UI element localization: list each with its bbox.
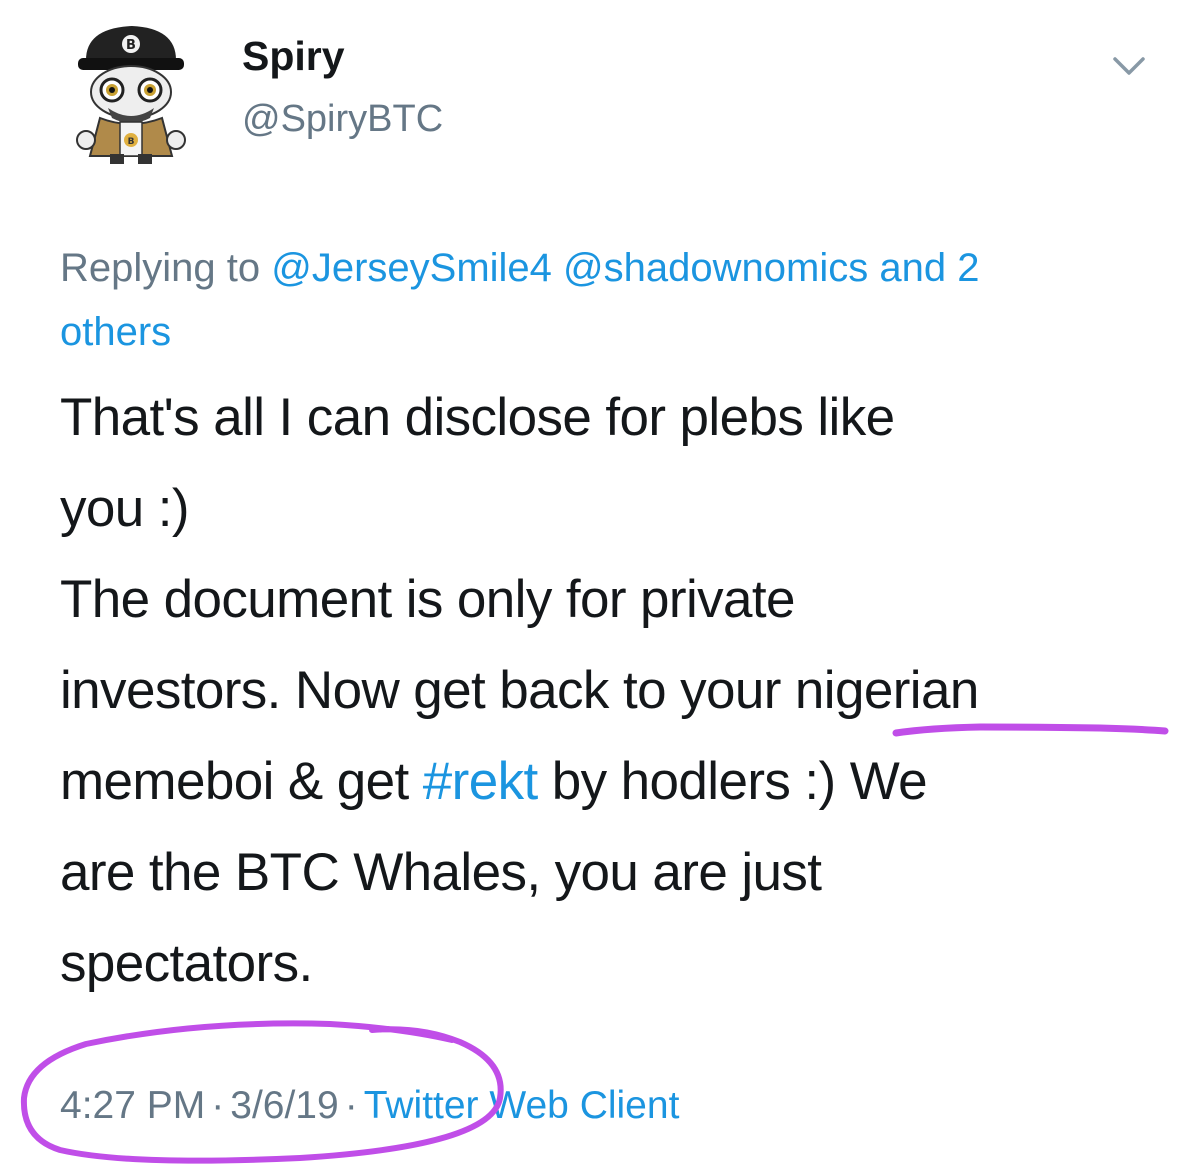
svg-text:B: B (126, 38, 136, 53)
tweet-text: That's all I can disclose for plebs like… (60, 372, 1170, 1009)
tweet-source-link[interactable]: Twitter Web Client (364, 1084, 680, 1127)
mention-link[interactable]: @shadownomics (563, 246, 868, 290)
replying-to-prefix: Replying to (60, 246, 272, 290)
hashtag-link[interactable]: #rekt (423, 752, 538, 811)
tweet-text-line: The document is only for private (60, 570, 796, 629)
tweet-text-line: memeboi & get #rekt by hodlers :) We (60, 736, 1170, 827)
tweet-date[interactable]: 3/6/19 (230, 1084, 338, 1127)
tweet-text-segment: investors. Now get back to your (60, 661, 795, 720)
tweet-text-line: spectators. (60, 934, 313, 993)
others-link[interactable]: others (60, 310, 171, 354)
underlined-word: nigerian (794, 661, 979, 720)
chevron-down-icon (1113, 57, 1145, 75)
svg-text:B: B (128, 137, 135, 147)
bitcoin-mascot-avatar-icon: B B (76, 26, 186, 164)
tweet-menu-button[interactable] (1112, 54, 1146, 78)
avatar[interactable]: B B (72, 18, 190, 166)
meta-separator: · (211, 1084, 225, 1127)
tweet-time[interactable]: 4:27 PM (60, 1084, 205, 1127)
tweet-text-segment: by hodlers :) We (537, 752, 928, 811)
tweet-text-line: are the BTC Whales, you are just (60, 843, 822, 902)
mention-link[interactable]: @JerseySmile4 (271, 246, 552, 290)
replying-to-line: Replying to @JerseySmile4 @shadownomics … (60, 236, 1150, 364)
tweet-text-line: you :) (60, 479, 190, 538)
author-handle[interactable]: @SpiryBTC (242, 100, 443, 138)
meta-separator: · (344, 1084, 358, 1127)
tweet-text-line: That's all I can disclose for plebs like (60, 388, 895, 447)
and-others-link[interactable]: and 2 (879, 246, 979, 290)
tweet-text-line: investors. Now get back to your nigerian (60, 645, 1170, 736)
tweet-text-segment: memeboi & get (60, 752, 423, 811)
author-display-name[interactable]: Spiry (242, 36, 345, 77)
tweet-meta: 4:27 PM · 3/6/19 · Twitter Web Client (60, 1086, 679, 1125)
